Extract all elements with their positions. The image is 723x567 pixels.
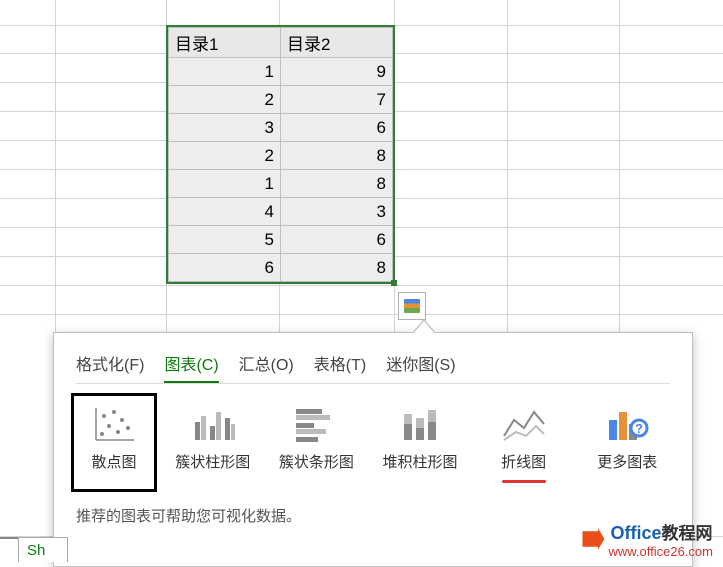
watermark-url: www.office26.com	[608, 544, 713, 559]
cell[interactable]: 9	[281, 58, 393, 86]
panel-tabs: 格式化(F) 图表(C) 汇总(O) 表格(T) 迷你图(S)	[54, 333, 692, 383]
cell[interactable]: 5	[169, 226, 281, 254]
chart-option-label: 更多图表	[597, 454, 657, 472]
quick-analysis-button[interactable]	[398, 292, 426, 320]
cell[interactable]: 6	[281, 114, 393, 142]
quick-analysis-icon	[404, 299, 420, 313]
column-header[interactable]: 目录1	[169, 28, 281, 58]
chart-option-scatter[interactable]: 散点图	[71, 393, 157, 492]
cell[interactable]: 4	[169, 198, 281, 226]
clustered-bar-icon	[288, 402, 344, 448]
cell[interactable]: 7	[281, 86, 393, 114]
cell[interactable]: 8	[281, 142, 393, 170]
chart-option-label: 散点图	[91, 454, 136, 472]
chart-option-more[interactable]: ? 更多图表	[584, 402, 670, 483]
tab-sparkline[interactable]: 迷你图(S)	[386, 351, 455, 383]
scatter-icon	[86, 402, 142, 448]
cell[interactable]: 1	[169, 58, 281, 86]
chart-option-clustered-bar[interactable]: 簇状条形图	[274, 402, 360, 483]
cell[interactable]: 8	[281, 254, 393, 282]
stacked-column-icon	[392, 402, 448, 448]
tab-total[interactable]: 汇总(O)	[239, 351, 294, 383]
watermark-logo-icon	[582, 528, 604, 550]
chart-option-label: 堆积柱形图	[382, 454, 457, 472]
line-chart-icon	[496, 402, 552, 448]
highlight-underline	[502, 480, 546, 483]
svg-text:?: ?	[635, 421, 643, 436]
tab-table[interactable]: 表格(T)	[314, 351, 366, 383]
chart-option-label: 簇状条形图	[279, 454, 354, 472]
cell[interactable]: 2	[169, 142, 281, 170]
chart-option-line[interactable]: 折线图	[481, 402, 567, 483]
clustered-column-icon	[185, 402, 241, 448]
cell[interactable]: 3	[169, 114, 281, 142]
watermark: Office教程网 www.office26.com	[582, 519, 713, 559]
cell[interactable]: 8	[281, 170, 393, 198]
chart-option-stacked-column[interactable]: 堆积柱形图	[377, 402, 463, 483]
more-charts-icon: ?	[599, 402, 655, 448]
cell[interactable]: 6	[281, 226, 393, 254]
cell[interactable]: 2	[169, 86, 281, 114]
chart-option-clustered-column[interactable]: 簇状柱形图	[170, 402, 256, 483]
selection-handle[interactable]	[391, 280, 397, 286]
chart-options-row: 散点图 簇状柱形图 簇状条形图	[54, 384, 692, 493]
selected-data-range[interactable]: 目录1 目录2 19 27 36 28 18 43 56 68	[166, 25, 395, 284]
watermark-brand: Office	[610, 523, 661, 543]
cell[interactable]: 3	[281, 198, 393, 226]
tab-format[interactable]: 格式化(F)	[76, 351, 144, 383]
cell[interactable]: 6	[169, 254, 281, 282]
sheet-tab[interactable]: Sh	[18, 537, 68, 562]
cell[interactable]: 1	[169, 170, 281, 198]
chart-option-label: 簇状柱形图	[175, 454, 250, 472]
chart-option-label: 折线图	[501, 454, 546, 472]
tab-chart[interactable]: 图表(C)	[164, 351, 218, 383]
column-header[interactable]: 目录2	[281, 28, 393, 58]
callout-arrow	[412, 319, 436, 333]
